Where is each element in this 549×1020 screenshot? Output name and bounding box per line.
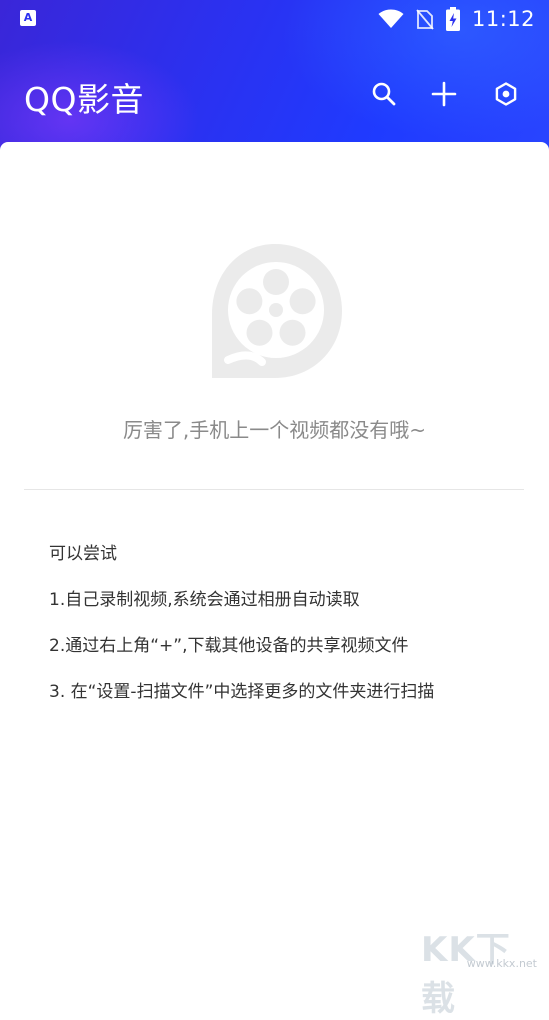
watermark: KK下载 www.kkx.net bbox=[421, 922, 541, 1019]
empty-state-message: 厉害了,手机上一个视频都没有哦~ bbox=[122, 418, 427, 442]
app-notification-icon: A bbox=[20, 10, 36, 26]
status-time: 11:12 bbox=[471, 7, 535, 31]
main-content: 厉害了,手机上一个视频都没有哦~ 可以尝试 1.自己录制视频,系统会通过相册自动… bbox=[0, 142, 549, 1019]
tip-item: 2.通过右上角“+”,下载其他设备的共享视频文件 bbox=[49, 636, 409, 656]
settings-icon bbox=[495, 82, 517, 106]
status-bar: A 11:12 bbox=[0, 0, 549, 38]
watermark-logo-text: KK下载 bbox=[421, 930, 511, 1019]
settings-button[interactable] bbox=[490, 78, 522, 110]
app-title: QQ影音 bbox=[24, 80, 144, 119]
search-button[interactable] bbox=[368, 78, 400, 110]
tip-item: 1.自己录制视频,系统会通过相册自动读取 bbox=[49, 590, 360, 610]
add-icon bbox=[431, 81, 457, 107]
app-bar: QQ影音 bbox=[0, 60, 549, 130]
tips-list: 可以尝试 1.自己录制视频,系统会通过相册自动读取 2.通过右上角“+”,下载其… bbox=[49, 542, 434, 726]
add-button[interactable] bbox=[428, 78, 460, 110]
tip-item: 3. 在“设置-扫描文件”中选择更多的文件夹进行扫描 bbox=[49, 682, 435, 702]
status-icons: 11:12 bbox=[378, 6, 535, 32]
wifi-icon bbox=[378, 9, 404, 28]
qq-player-film-reel-logo bbox=[212, 244, 342, 378]
search-icon bbox=[372, 82, 396, 106]
watermark-url: www.kkx.net bbox=[466, 957, 537, 970]
no-sim-icon bbox=[416, 9, 434, 30]
tips-heading: 可以尝试 bbox=[49, 544, 117, 564]
divider bbox=[24, 489, 524, 490]
battery-charging-icon bbox=[445, 7, 460, 31]
